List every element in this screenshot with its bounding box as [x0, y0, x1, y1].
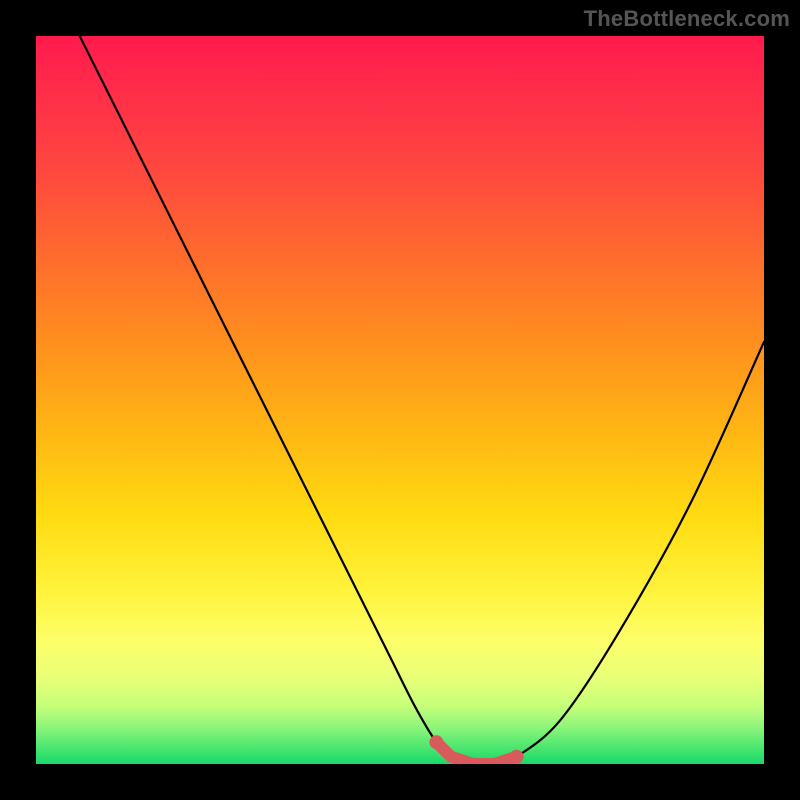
plot-area — [36, 36, 764, 764]
optimal-flat-dot — [429, 735, 443, 749]
bottleneck-curve — [80, 36, 764, 764]
watermark-text: TheBottleneck.com — [584, 6, 790, 32]
chart-frame: TheBottleneck.com — [0, 0, 800, 800]
optimal-flat-dot — [510, 750, 524, 764]
optimal-flat-region — [436, 742, 516, 764]
curve-svg — [36, 36, 764, 764]
